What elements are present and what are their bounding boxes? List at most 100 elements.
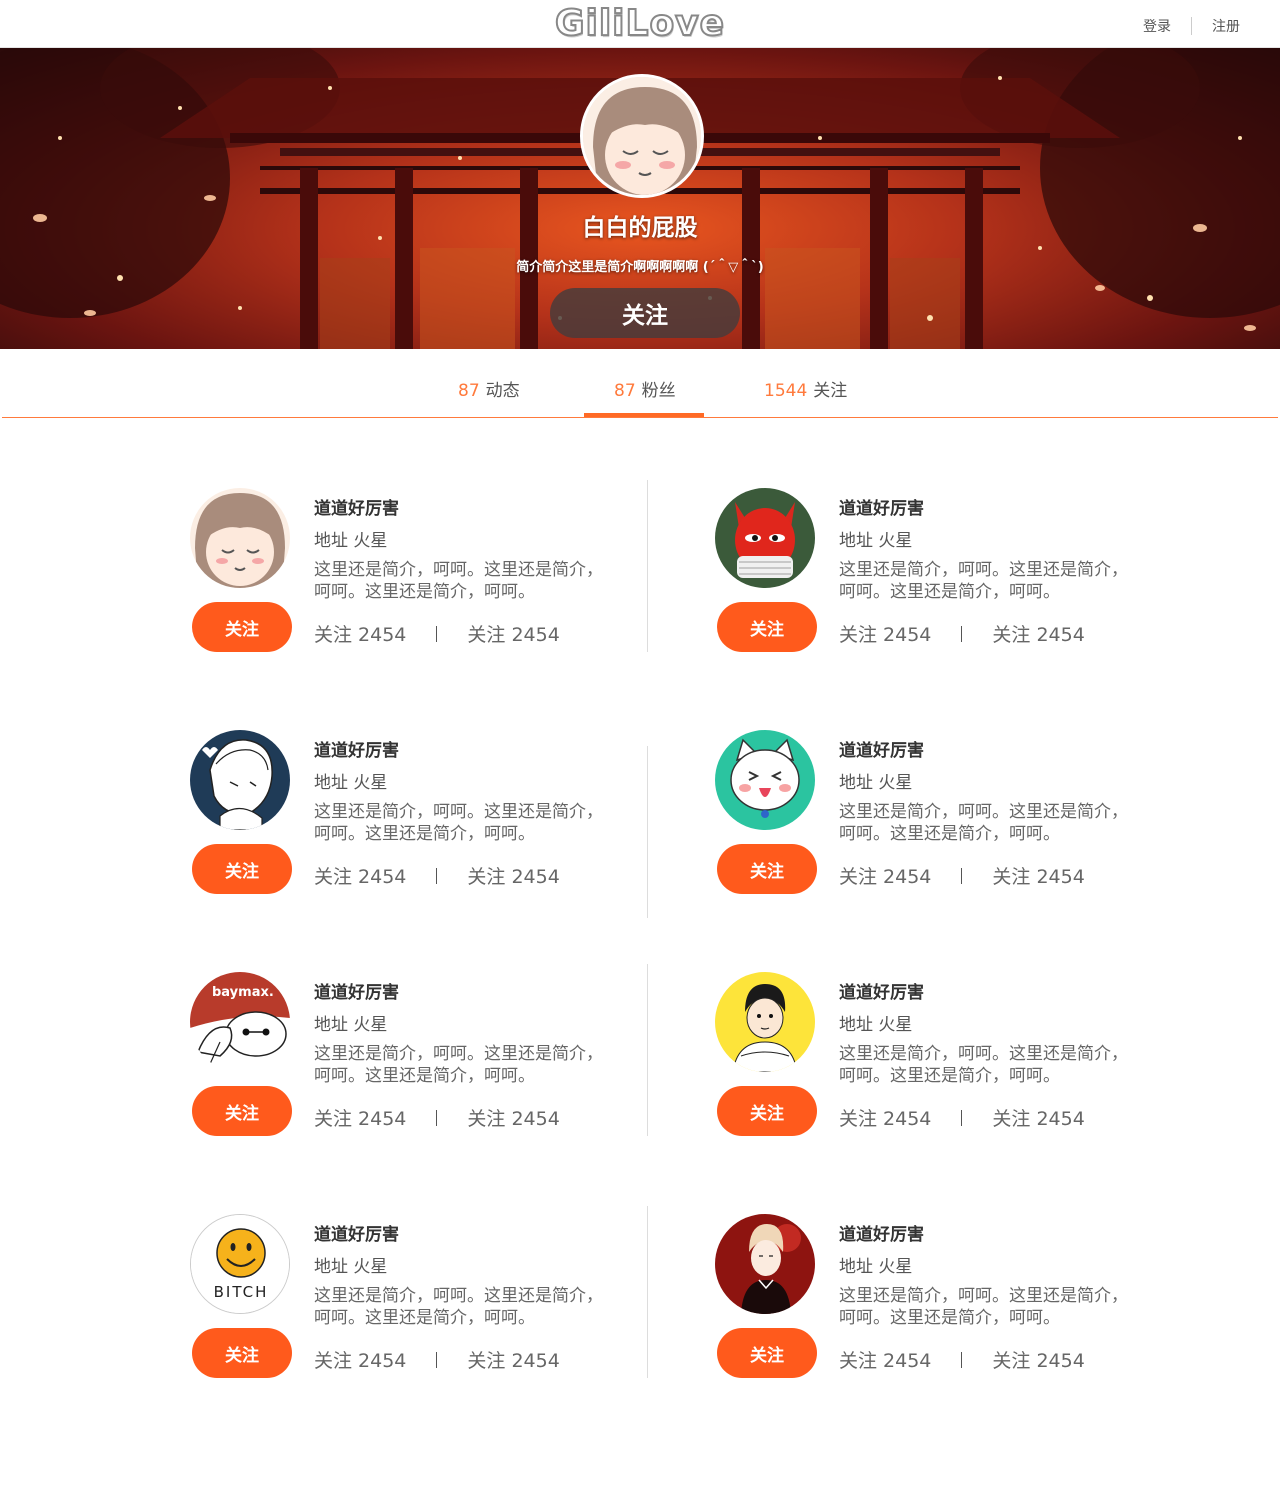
stat-divider bbox=[436, 1109, 438, 1126]
column-divider bbox=[647, 480, 648, 652]
tab-fans-label: 粉丝 bbox=[641, 381, 676, 401]
profile-follow-button[interactable]: 关注 bbox=[550, 288, 740, 338]
fan-follow-button[interactable]: 关注 bbox=[717, 1328, 817, 1378]
tab-posts[interactable]: 87 动态 bbox=[458, 376, 520, 401]
fan-stat-followers: 关注 2454 bbox=[992, 624, 1085, 646]
fan-stat-following: 关注 2454 bbox=[839, 624, 932, 646]
fan-stats: 关注 2454 关注 2454 bbox=[839, 620, 1085, 647]
fan-name[interactable]: 道道好厉害 bbox=[314, 1220, 399, 1245]
profile-name: 白白的屁股 bbox=[582, 215, 698, 241]
stat-divider bbox=[961, 867, 963, 884]
tab-fans[interactable]: 87 粉丝 bbox=[614, 376, 676, 401]
fan-stats: 关注 2454 关注 2454 bbox=[839, 1104, 1085, 1131]
register-link[interactable]: 注册 bbox=[1212, 16, 1240, 36]
baymax-avatar-icon: baymax. bbox=[190, 972, 290, 1072]
fan-card: 关注 道道好厉害 地址 火星 这里还是简介，呵呵。这里还是简介，呵呵。这里还是简… bbox=[715, 480, 1155, 660]
girl-avatar-icon bbox=[190, 488, 290, 588]
fan-stats: 关注 2454 关注 2454 bbox=[314, 1104, 560, 1131]
fan-stat-followers: 关注 2454 bbox=[467, 866, 560, 888]
fan-name[interactable]: 道道好厉害 bbox=[314, 494, 399, 519]
site-logo[interactable]: GiliLove bbox=[0, 2, 1280, 45]
stat-divider bbox=[436, 625, 438, 642]
fan-address: 地址 火星 bbox=[314, 773, 388, 793]
tabs-bottom-border bbox=[2, 417, 1278, 418]
smiley-avatar-icon: BITCH bbox=[191, 1215, 289, 1313]
fan-name[interactable]: 道道好厉害 bbox=[314, 736, 399, 761]
fan-stat-followers: 关注 2454 bbox=[467, 1350, 560, 1372]
profile-banner: 白白的屁股 简介简介这里是简介啊啊啊啊啊 (´＾▽＾`) 关注 bbox=[0, 48, 1280, 349]
fan-stat-following: 关注 2454 bbox=[839, 866, 932, 888]
fan-stat-following: 关注 2454 bbox=[314, 624, 407, 646]
fan-stat-following: 关注 2454 bbox=[839, 1108, 932, 1130]
fan-address: 地址 火星 bbox=[839, 1015, 913, 1035]
fan-stat-following: 关注 2454 bbox=[314, 1350, 407, 1372]
fan-address: 地址 火星 bbox=[314, 531, 388, 551]
column-divider bbox=[647, 746, 648, 918]
login-link[interactable]: 登录 bbox=[1143, 16, 1171, 36]
fan-avatar[interactable]: baymax. bbox=[190, 972, 290, 1072]
fan-stat-following: 关注 2454 bbox=[839, 1350, 932, 1372]
fan-avatar[interactable] bbox=[190, 730, 290, 830]
fan-card: 关注 道道好厉害 地址 火星 这里还是简介，呵呵。这里还是简介，呵呵。这里还是简… bbox=[715, 722, 1155, 902]
fan-follow-button[interactable]: 关注 bbox=[717, 1086, 817, 1136]
fan-follow-button[interactable]: 关注 bbox=[192, 1328, 292, 1378]
tab-posts-label: 动态 bbox=[485, 381, 520, 401]
fan-address: 地址 火星 bbox=[839, 773, 913, 793]
tab-following-label: 关注 bbox=[813, 381, 848, 401]
fan-follow-button[interactable]: 关注 bbox=[717, 844, 817, 894]
fan-bio: 这里还是简介，呵呵。这里还是简介，呵呵。这里还是简介，呵呵。 bbox=[839, 560, 1128, 602]
fan-stat-followers: 关注 2454 bbox=[467, 1108, 560, 1130]
fan-follow-button[interactable]: 关注 bbox=[192, 602, 292, 652]
fan-bio: 这里还是简介，呵呵。这里还是简介，呵呵。这里还是简介，呵呵。 bbox=[314, 1286, 603, 1328]
fan-stat-followers: 关注 2454 bbox=[992, 1350, 1085, 1372]
fan-avatar[interactable]: BITCH bbox=[190, 1214, 290, 1314]
fan-card: BITCH 关注 道道好厉害 地址 火星 这里还是简介，呵呵。这里还是简介，呵呵… bbox=[190, 1206, 630, 1386]
fan-bio: 这里还是简介，呵呵。这里还是简介，呵呵。这里还是简介，呵呵。 bbox=[314, 1044, 603, 1086]
fan-card: baymax. 关注 道道好厉害 地址 火星 这里还是简介，呵呵。这里还是简介，… bbox=[190, 964, 630, 1144]
red-prince-avatar-icon bbox=[715, 1214, 815, 1314]
red-devil-avatar-icon bbox=[715, 488, 815, 588]
tab-fans-count: 87 bbox=[614, 381, 636, 401]
fan-bio: 这里还是简介，呵呵。这里还是简介，呵呵。这里还是简介，呵呵。 bbox=[839, 1044, 1128, 1086]
column-divider bbox=[647, 964, 648, 1136]
fan-stat-followers: 关注 2454 bbox=[992, 1108, 1085, 1130]
fan-card: 关注 道道好厉害 地址 火星 这里还是简介，呵呵。这里还是简介，呵呵。这里还是简… bbox=[715, 1206, 1155, 1386]
fan-avatar[interactable] bbox=[715, 1214, 815, 1314]
profile-avatar[interactable] bbox=[580, 74, 704, 198]
stat-divider bbox=[961, 625, 963, 642]
fan-avatar[interactable] bbox=[715, 730, 815, 830]
tab-following[interactable]: 1544 关注 bbox=[764, 376, 847, 401]
fan-address: 地址 火星 bbox=[839, 1257, 913, 1277]
fan-name[interactable]: 道道好厉害 bbox=[839, 494, 924, 519]
fan-address: 地址 火星 bbox=[314, 1257, 388, 1277]
stat-divider bbox=[436, 867, 438, 884]
profile-bio: 简介简介这里是简介啊啊啊啊啊 (´＾▽＾`) bbox=[516, 260, 764, 275]
fan-name[interactable]: 道道好厉害 bbox=[839, 978, 924, 1003]
top-nav: GiliLove 登录 注册 bbox=[0, 0, 1280, 48]
auth-divider bbox=[1191, 17, 1192, 35]
fan-avatar[interactable] bbox=[715, 488, 815, 588]
fan-stat-following: 关注 2454 bbox=[314, 866, 407, 888]
fan-bio: 这里还是简介，呵呵。这里还是简介，呵呵。这里还是简介，呵呵。 bbox=[314, 802, 603, 844]
fan-card: 关注 道道好厉害 地址 火星 这里还是简介，呵呵。这里还是简介，呵呵。这里还是简… bbox=[190, 722, 630, 902]
sketch-boy-avatar-icon bbox=[190, 730, 290, 830]
girl-avatar-icon bbox=[583, 77, 701, 195]
fan-name[interactable]: 道道好厉害 bbox=[839, 1220, 924, 1245]
fan-follow-button[interactable]: 关注 bbox=[717, 602, 817, 652]
fan-bio: 这里还是简介，呵呵。这里还是简介，呵呵。这里还是简介，呵呵。 bbox=[839, 1286, 1128, 1328]
fan-avatar[interactable] bbox=[715, 972, 815, 1072]
stat-divider bbox=[436, 1351, 438, 1368]
fan-name[interactable]: 道道好厉害 bbox=[839, 736, 924, 761]
fan-stats: 关注 2454 关注 2454 bbox=[314, 620, 560, 647]
fan-avatar[interactable] bbox=[190, 488, 290, 588]
stat-divider bbox=[961, 1351, 963, 1368]
fan-address: 地址 火星 bbox=[839, 531, 913, 551]
fan-bio: 这里还是简介，呵呵。这里还是简介，呵呵。这里还是简介，呵呵。 bbox=[314, 560, 603, 602]
auth-links: 登录 注册 bbox=[1143, 16, 1240, 36]
fan-follow-button[interactable]: 关注 bbox=[192, 844, 292, 894]
fan-follow-button[interactable]: 关注 bbox=[192, 1086, 292, 1136]
fan-stats: 关注 2454 关注 2454 bbox=[839, 1346, 1085, 1373]
fan-stats: 关注 2454 关注 2454 bbox=[314, 862, 560, 889]
fan-name[interactable]: 道道好厉害 bbox=[314, 978, 399, 1003]
stat-divider bbox=[961, 1109, 963, 1126]
